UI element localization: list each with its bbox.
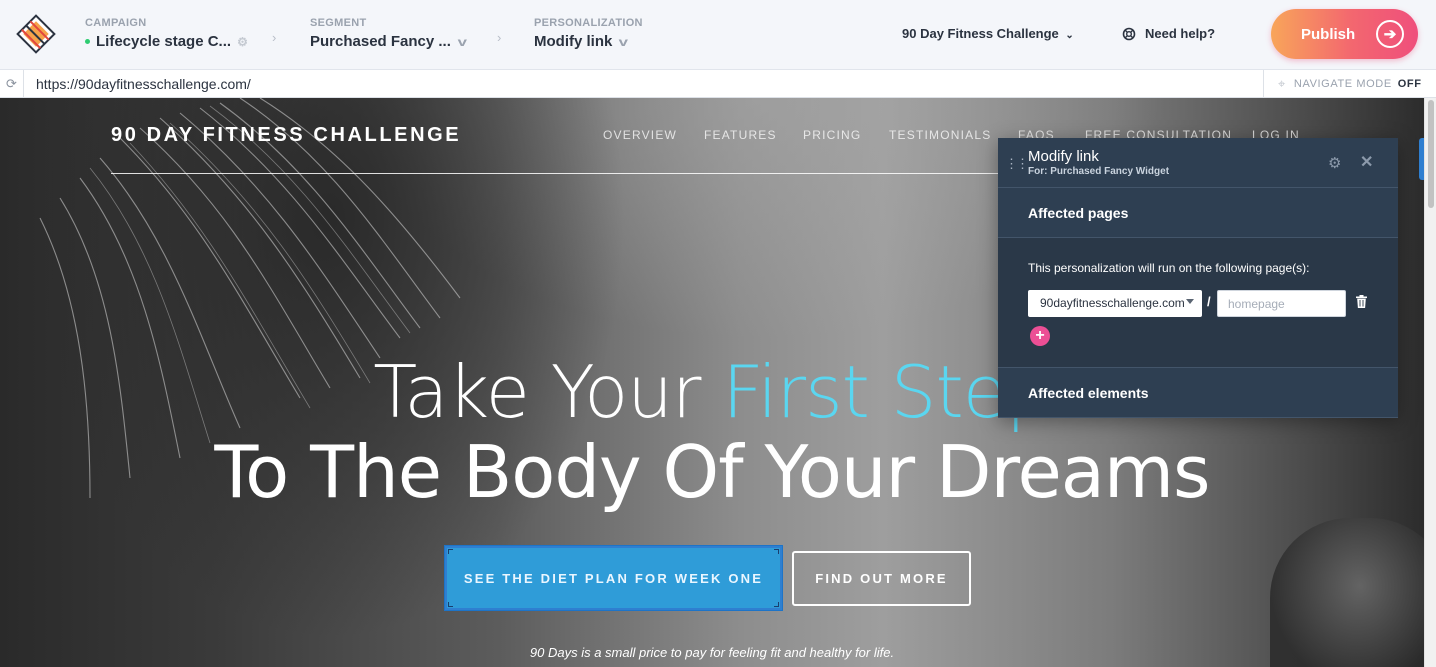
affected-pages-section-header[interactable]: Affected pages <box>998 188 1398 238</box>
status-dot <box>85 39 90 44</box>
hero-heading-line2: To The Body Of Your Dreams <box>214 430 1210 514</box>
modify-link-panel: ⋮⋮ Modify link For: Purchased Fancy Widg… <box>998 138 1398 418</box>
chevron-right-icon: › <box>497 30 502 45</box>
arrow-right-icon: ➔ <box>1376 20 1404 48</box>
help-icon <box>1122 27 1136 40</box>
campaign-label: CAMPAIGN <box>85 17 147 29</box>
selection-handle[interactable] <box>774 602 779 607</box>
preview-scrollbar[interactable] <box>1424 98 1436 667</box>
help-link[interactable]: Need help? <box>1122 26 1215 41</box>
gear-icon[interactable]: ⚙ <box>237 35 248 49</box>
breadcrumb-personalization[interactable]: PERSONALIZATION Modify link v <box>534 17 643 50</box>
campaign-value: Lifecycle stage C... <box>96 33 232 50</box>
site-brand[interactable]: 90 DAY FITNESS CHALLENGE <box>111 124 461 147</box>
affected-pages-body: This personalization will run on the fol… <box>998 238 1398 368</box>
segment-value: Purchased Fancy ... <box>310 33 451 50</box>
site-selector-label: 90 Day Fitness Challenge <box>902 26 1059 41</box>
find-out-more-button[interactable]: FIND OUT MORE <box>792 551 971 606</box>
trash-icon[interactable] <box>1356 295 1367 308</box>
crosshair-icon: ⌖ <box>1278 75 1286 91</box>
chevron-down-icon[interactable]: v <box>619 35 628 49</box>
drag-handle-icon[interactable]: ⋮⋮ <box>1005 156 1029 172</box>
chevron-down-icon: ⌄ <box>1065 30 1074 41</box>
close-icon[interactable]: ✕ <box>1360 152 1373 172</box>
url-field[interactable]: https://90dayfitnesschallenge.com/ <box>36 76 251 92</box>
personalization-label: PERSONALIZATION <box>534 17 643 29</box>
affected-pages-description: This personalization will run on the fol… <box>1028 261 1310 275</box>
scrollbar-thumb[interactable] <box>1428 100 1434 208</box>
navigate-mode-state: OFF <box>1397 77 1422 90</box>
breadcrumb-campaign[interactable]: CAMPAIGN Lifecycle stage C... ⚙ <box>85 17 248 50</box>
navigate-mode-label: NAVIGATE MODE <box>1293 77 1392 90</box>
path-separator: / <box>1207 294 1211 309</box>
segment-label: SEGMENT <box>310 17 367 29</box>
hero-tagline: 90 Days is a small price to pay for feel… <box>529 645 895 660</box>
navigate-mode-toggle[interactable]: ⌖ NAVIGATE MODE OFF <box>1263 70 1436 97</box>
hero-heading-start: Take Your <box>373 350 723 434</box>
affected-elements-title: Affected elements <box>1028 384 1149 401</box>
site-nav-overview[interactable]: OVERVIEW <box>603 128 677 142</box>
site-nav-testimonials[interactable]: TESTIMONIALS <box>889 128 991 142</box>
panel-subtitle: For: Purchased Fancy Widget <box>1028 166 1170 177</box>
panel-title: Modify link <box>1028 148 1099 165</box>
selection-handle[interactable] <box>448 602 453 607</box>
find-out-more-label: FIND OUT MORE <box>815 571 948 586</box>
publish-button[interactable]: Publish ➔ <box>1271 9 1418 59</box>
page-path-input[interactable] <box>1217 290 1346 317</box>
gear-icon[interactable]: ⚙ <box>1328 154 1341 172</box>
site-nav-pricing[interactable]: PRICING <box>803 128 861 142</box>
domain-select-value: 90dayfitnesschallenge.com <box>1040 296 1185 310</box>
chevron-down-icon[interactable]: v <box>458 35 467 49</box>
chevron-right-icon: › <box>272 30 277 45</box>
affected-pages-title: Affected pages <box>1028 204 1129 221</box>
site-nav-features[interactable]: FEATURES <box>704 128 777 142</box>
selection-handle[interactable] <box>448 549 453 554</box>
selection-handle[interactable] <box>774 549 779 554</box>
diet-plan-button[interactable]: SEE THE DIET PLAN FOR WEEK ONE <box>444 545 783 611</box>
panel-header: ⋮⋮ Modify link For: Purchased Fancy Widg… <box>998 138 1398 188</box>
affected-elements-section-header[interactable]: Affected elements <box>998 368 1398 418</box>
diet-plan-button-label: SEE THE DIET PLAN FOR WEEK ONE <box>463 570 764 586</box>
url-bar: ⟳ https://90dayfitnesschallenge.com/ ⌖ N… <box>0 70 1436 98</box>
breadcrumb-segment[interactable]: SEGMENT Purchased Fancy ... v <box>310 17 467 50</box>
personalization-value: Modify link <box>534 33 613 50</box>
caret-down-icon <box>1186 299 1194 304</box>
publish-label: Publish <box>1301 25 1356 43</box>
plus-icon[interactable]: + <box>1030 326 1050 346</box>
domain-select[interactable]: 90dayfitnesschallenge.com <box>1028 290 1202 317</box>
reload-icon[interactable]: ⟳ <box>0 70 24 97</box>
help-label: Need help? <box>1145 26 1216 41</box>
top-bar: CAMPAIGN Lifecycle stage C... ⚙ › SEGMEN… <box>0 0 1436 70</box>
site-selector[interactable]: 90 Day Fitness Challenge ⌄ <box>902 26 1074 41</box>
logo-icon[interactable] <box>16 14 56 54</box>
